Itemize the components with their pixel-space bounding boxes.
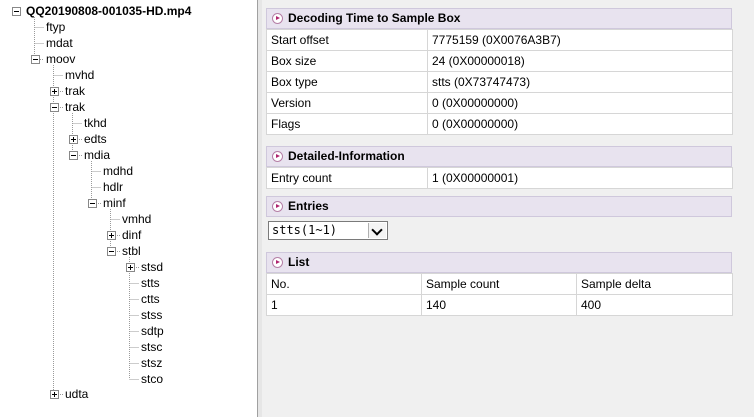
tree-node-ftyp[interactable]: ftyp bbox=[45, 19, 66, 35]
table-row: 1 140 400 bbox=[266, 294, 733, 316]
list-table: No. Sample count Sample delta 1 140 400 bbox=[266, 273, 733, 316]
collapse-icon[interactable] bbox=[50, 103, 59, 112]
tree-node-stco[interactable]: stco bbox=[140, 371, 164, 387]
tree-node-dinf[interactable]: dinf bbox=[121, 227, 142, 243]
table-cell: 140 bbox=[421, 294, 577, 316]
expand-arrow-icon[interactable] bbox=[272, 257, 283, 268]
table-row: Start offset 7775159 (0X0076A3B7) bbox=[266, 29, 733, 51]
tree-node-mdhd[interactable]: mdhd bbox=[102, 163, 134, 179]
column-header: No. bbox=[266, 273, 422, 295]
table-row: Box size 24 (0X00000018) bbox=[266, 50, 733, 72]
tree-node-file[interactable]: QQ20190808-001035-HD.mp4 bbox=[25, 3, 192, 19]
section-title: Detailed-Information bbox=[288, 149, 405, 163]
section-title: Entries bbox=[288, 199, 329, 213]
section-title: List bbox=[288, 255, 310, 269]
tree-node-stts-selected[interactable]: stts bbox=[140, 275, 161, 291]
expand-arrow-icon[interactable] bbox=[272, 151, 283, 162]
tree-node-stsc[interactable]: stsc bbox=[140, 339, 163, 355]
tree-node-sdtp[interactable]: sdtp bbox=[140, 323, 165, 339]
detail-panel: Decoding Time to Sample Box Start offset… bbox=[262, 0, 754, 417]
table-cell: 400 bbox=[576, 294, 733, 316]
tree-node-stsd[interactable]: stsd bbox=[140, 259, 164, 275]
section-header-detail[interactable]: Detailed-Information bbox=[266, 146, 732, 167]
tree-node-moov[interactable]: moov bbox=[45, 51, 76, 67]
expand-icon[interactable] bbox=[50, 390, 59, 399]
table-row: Flags 0 (0X00000000) bbox=[266, 113, 733, 135]
property-value: 7775159 (0X0076A3B7) bbox=[427, 29, 733, 51]
tree-node-edts[interactable]: edts bbox=[83, 131, 108, 147]
tree-node-vmhd[interactable]: vmhd bbox=[121, 211, 152, 227]
tree-node-mdat[interactable]: mdat bbox=[45, 35, 74, 51]
expand-icon[interactable] bbox=[126, 263, 135, 272]
property-label: Box size bbox=[266, 50, 428, 72]
box-properties-table: Start offset 7775159 (0X0076A3B7) Box si… bbox=[266, 29, 733, 135]
column-header: Sample count bbox=[421, 273, 577, 295]
expand-arrow-icon[interactable] bbox=[272, 13, 283, 24]
property-value: 0 (0X00000000) bbox=[427, 92, 733, 114]
tree-node-minf[interactable]: minf bbox=[102, 195, 127, 211]
property-label: Entry count bbox=[266, 167, 428, 189]
section-title: Decoding Time to Sample Box bbox=[288, 11, 461, 25]
property-label: Version bbox=[266, 92, 428, 114]
property-value: 1 (0X00000001) bbox=[427, 167, 733, 189]
collapse-icon[interactable] bbox=[31, 55, 40, 64]
property-value: stts (0X73747473) bbox=[427, 71, 733, 93]
expand-icon[interactable] bbox=[107, 231, 116, 240]
table-row: Version 0 (0X00000000) bbox=[266, 92, 733, 114]
tree-node-stsz[interactable]: stsz bbox=[140, 355, 163, 371]
tree-node-udta[interactable]: udta bbox=[64, 386, 89, 402]
section-header-list[interactable]: List bbox=[266, 252, 732, 273]
tree-node-mvhd[interactable]: mvhd bbox=[64, 67, 95, 83]
collapse-icon[interactable] bbox=[69, 151, 78, 160]
dropdown-button[interactable] bbox=[368, 223, 386, 238]
table-header-row: No. Sample count Sample delta bbox=[266, 273, 733, 295]
tree-node-trak[interactable]: trak bbox=[64, 83, 86, 99]
entries-select-value: stts(1~1) bbox=[272, 223, 338, 237]
tree-node-tkhd[interactable]: tkhd bbox=[83, 115, 108, 131]
tree-node-mdia[interactable]: mdia bbox=[83, 147, 111, 163]
expand-icon[interactable] bbox=[69, 135, 78, 144]
table-row: Entry count 1 (0X00000001) bbox=[266, 167, 733, 189]
property-label: Box type bbox=[266, 71, 428, 93]
property-value: 0 (0X00000000) bbox=[427, 113, 733, 135]
table-cell: 1 bbox=[266, 294, 422, 316]
column-header: Sample delta bbox=[576, 273, 733, 295]
vertical-scrollbar[interactable] bbox=[733, 0, 754, 417]
tree-node-hdlr[interactable]: hdlr bbox=[102, 179, 124, 195]
section-header-box[interactable]: Decoding Time to Sample Box bbox=[266, 8, 732, 29]
expand-arrow-icon[interactable] bbox=[272, 201, 283, 212]
entries-select[interactable]: stts(1~1) bbox=[268, 221, 388, 240]
box-tree[interactable]: QQ20190808-001035-HD.mp4 ftyp mdat moov … bbox=[0, 0, 258, 417]
tree-node-ctts[interactable]: ctts bbox=[140, 291, 161, 307]
tree-node-trak[interactable]: trak bbox=[64, 99, 86, 115]
property-label: Start offset bbox=[266, 29, 428, 51]
property-label: Flags bbox=[266, 113, 428, 135]
collapse-icon[interactable] bbox=[107, 247, 116, 256]
tree-node-stbl[interactable]: stbl bbox=[121, 243, 142, 259]
tree-node-stss[interactable]: stss bbox=[140, 307, 163, 323]
table-row: Box type stts (0X73747473) bbox=[266, 71, 733, 93]
chevron-down-icon bbox=[371, 224, 383, 236]
collapse-icon[interactable] bbox=[12, 7, 21, 16]
property-value: 24 (0X00000018) bbox=[427, 50, 733, 72]
section-header-entries[interactable]: Entries bbox=[266, 196, 732, 217]
collapse-icon[interactable] bbox=[88, 199, 97, 208]
detail-table: Entry count 1 (0X00000001) bbox=[266, 167, 733, 189]
expand-icon[interactable] bbox=[50, 87, 59, 96]
